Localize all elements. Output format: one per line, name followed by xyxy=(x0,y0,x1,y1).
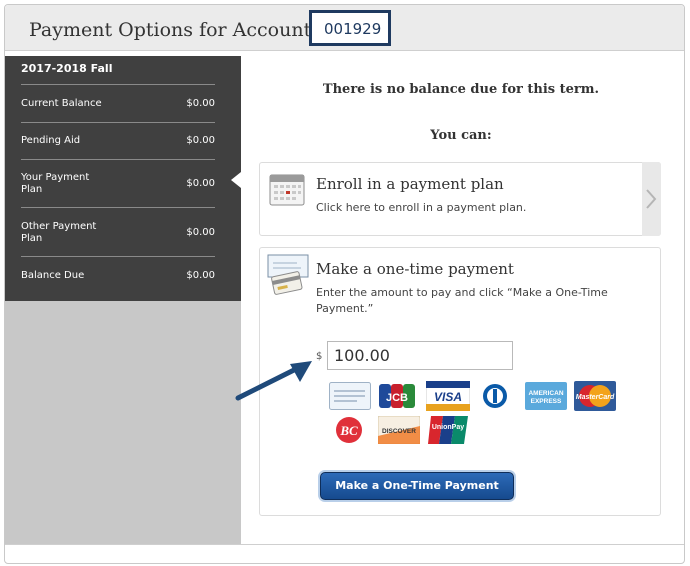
diners-club-icon xyxy=(480,382,510,410)
annotation-arrow-icon xyxy=(235,361,312,401)
svg-text:JCB: JCB xyxy=(386,392,408,404)
svg-text:AMERICAN: AMERICAN xyxy=(528,390,563,397)
selected-item-pointer xyxy=(231,172,241,188)
svg-text:EXPRESS: EXPRESS xyxy=(531,398,562,405)
sidebar-item-value: $0.00 xyxy=(186,227,215,238)
sidebar-item-label: Balance Due xyxy=(21,270,85,281)
chevron-right-icon xyxy=(645,188,657,214)
no-balance-message: There is no balance due for this term. xyxy=(322,82,600,97)
account-number: 001929 xyxy=(324,20,382,38)
divider xyxy=(21,207,215,208)
divider xyxy=(21,256,215,257)
sidebar-item-label: Current Balance xyxy=(21,98,102,109)
sidebar-item-label: Pending Aid xyxy=(21,135,81,146)
sidebar-item-label: Your Payment Plan xyxy=(21,172,90,195)
one-time-card-description: Enter the amount to pay and click “Make … xyxy=(316,286,608,315)
divider xyxy=(5,544,684,545)
sidebar-item-value: $0.00 xyxy=(186,98,215,109)
echeck-icon xyxy=(329,382,371,410)
divider xyxy=(21,84,215,85)
account-number-highlight: 001929 xyxy=(309,10,391,46)
sidebar-item-label: Other Payment Plan xyxy=(21,221,97,244)
enroll-payment-plan-card[interactable]: Enroll in a payment plan Click here to e… xyxy=(259,162,661,236)
visa-icon: VISA xyxy=(426,381,470,411)
currency-symbol: $ xyxy=(316,351,323,362)
enroll-card-title: Enroll in a payment plan xyxy=(316,175,504,193)
page-title: Payment Options for Account # xyxy=(29,19,334,41)
svg-text:DISCOVER: DISCOVER xyxy=(382,428,416,435)
you-can-heading: You can: xyxy=(430,128,492,143)
divider xyxy=(21,122,215,123)
payment-amount-input[interactable] xyxy=(327,341,513,370)
svg-text:VISA: VISA xyxy=(434,390,462,404)
enroll-chevron-button[interactable] xyxy=(642,162,661,236)
check-and-card-icon xyxy=(267,254,309,302)
svg-text:UnionPay: UnionPay xyxy=(432,424,464,431)
sidebar-item-value: $0.00 xyxy=(186,270,215,281)
discover-icon: DISCOVER xyxy=(378,416,420,444)
divider xyxy=(21,159,215,160)
unionpay-icon: UnionPay xyxy=(428,416,468,444)
button-label: Make a One-Time Payment xyxy=(335,479,499,492)
sidebar-item-value: $0.00 xyxy=(186,135,215,146)
bc-card-icon: BC xyxy=(334,416,364,444)
calendar-icon xyxy=(269,172,305,210)
enroll-card-description: Click here to enroll in a payment plan. xyxy=(316,201,527,214)
make-one-time-payment-button[interactable]: Make a One-Time Payment xyxy=(320,472,514,500)
one-time-card-title: Make a one-time payment xyxy=(316,260,514,278)
mastercard-icon: MasterCard xyxy=(574,381,616,411)
american-express-icon: AMERICAN EXPRESS xyxy=(525,382,567,410)
term-summary-sidebar: 2017-2018 Fall Current Balance $0.00 Pen… xyxy=(5,56,241,301)
svg-text:BC: BC xyxy=(339,423,358,438)
jcb-icon: JCB xyxy=(379,382,415,410)
svg-text:MasterCard: MasterCard xyxy=(576,394,615,401)
term-label: 2017-2018 Fall xyxy=(21,62,113,75)
sidebar-item-value: $0.00 xyxy=(186,178,215,189)
